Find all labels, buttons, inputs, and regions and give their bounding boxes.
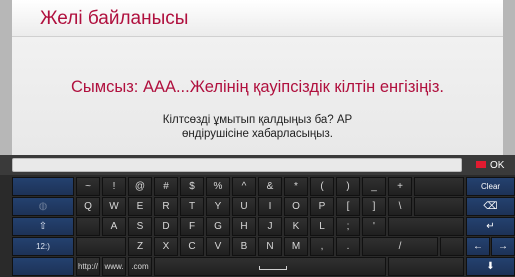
hide-keyboard-key[interactable]: ⬇ <box>466 257 515 276</box>
key-rparen[interactable]: ) <box>336 177 360 196</box>
key-underscore[interactable]: _ <box>362 177 386 196</box>
key-p[interactable]: P <box>310 197 334 216</box>
key-y[interactable]: Y <box>206 197 230 216</box>
key-u[interactable]: U <box>232 197 256 216</box>
blank-key-row4-end[interactable] <box>440 237 464 256</box>
key-plus[interactable]: + <box>388 177 412 196</box>
key-semicolon[interactable]: ; <box>336 217 360 236</box>
key-www[interactable]: www. <box>102 257 126 276</box>
red-button-icon <box>476 161 486 168</box>
key-i[interactable]: I <box>258 197 282 216</box>
key-apostrophe[interactable]: ' <box>362 217 386 236</box>
key-n[interactable]: N <box>258 237 282 256</box>
backspace-key[interactable]: ⌫ <box>466 197 515 216</box>
blank-key-row3[interactable] <box>76 217 100 236</box>
enter-key[interactable]: ↵ <box>466 217 515 236</box>
shift-key[interactable]: ⇧ <box>12 217 74 236</box>
key-b[interactable]: B <box>232 237 256 256</box>
blank-key-row1[interactable] <box>414 177 464 196</box>
key-s[interactable]: S <box>128 217 152 236</box>
dialog-title-bar: Желі байланысы <box>12 0 503 37</box>
key-at[interactable]: @ <box>128 177 152 196</box>
backspace-icon: ⌫ <box>483 201 498 212</box>
help-message: Кілтсөзді ұмытып қалдыңыз ба? AP өндіруш… <box>162 114 353 140</box>
dialog-title: Желі байланысы <box>40 8 189 29</box>
globe-icon: ◍ <box>38 201 48 212</box>
arrow-down-icon: ⬇ <box>486 261 495 272</box>
key-backslash[interactable]: \ <box>388 197 412 216</box>
onscreen-keyboard: OK ◍ ⇧ 12:) ~ ! @ # $ % ^ & * ( ) _ + Q … <box>0 155 515 277</box>
key-tilde[interactable]: ~ <box>76 177 100 196</box>
enter-icon: ↵ <box>486 221 495 232</box>
key-lparen[interactable]: ( <box>310 177 334 196</box>
key-c[interactable]: C <box>180 237 204 256</box>
key-hash[interactable]: # <box>154 177 178 196</box>
key-dollar[interactable]: $ <box>180 177 204 196</box>
key-m[interactable]: M <box>284 237 308 256</box>
mode-key[interactable]: 12:) <box>12 237 74 256</box>
key-r[interactable]: R <box>154 197 178 216</box>
key-q[interactable]: Q <box>76 197 100 216</box>
blank-key-row3-end[interactable] <box>388 217 464 236</box>
blank-left-key[interactable] <box>12 177 74 196</box>
key-slash[interactable]: / <box>362 237 438 256</box>
input-row: OK <box>0 155 515 175</box>
security-key-input[interactable] <box>12 158 462 172</box>
key-w[interactable]: W <box>102 197 126 216</box>
ok-label: OK <box>490 160 505 171</box>
blank-key-row4[interactable] <box>76 237 126 256</box>
key-rbracket[interactable]: ] <box>362 197 386 216</box>
key-comma[interactable]: , <box>310 237 334 256</box>
key-period[interactable]: . <box>336 237 360 256</box>
space-icon <box>259 266 287 270</box>
space-key[interactable] <box>154 257 386 276</box>
key-ampersand[interactable]: & <box>258 177 282 196</box>
key-d[interactable]: D <box>154 217 178 236</box>
key-z[interactable]: Z <box>128 237 152 256</box>
globe-key[interactable]: ◍ <box>12 197 74 216</box>
key-h[interactable]: H <box>232 217 256 236</box>
key-t[interactable]: T <box>180 197 204 216</box>
blank-key-row5-end[interactable] <box>388 257 464 276</box>
key-k[interactable]: K <box>284 217 308 236</box>
key-percent[interactable]: % <box>206 177 230 196</box>
key-o[interactable]: O <box>284 197 308 216</box>
cursor-left-key[interactable]: ← <box>466 237 490 256</box>
shift-icon: ⇧ <box>38 221 48 232</box>
key-g[interactable]: G <box>206 217 230 236</box>
ok-button[interactable]: OK <box>470 158 510 173</box>
arrow-left-icon: ← <box>473 241 483 252</box>
key-l[interactable]: L <box>310 217 334 236</box>
key-j[interactable]: J <box>258 217 282 236</box>
key-v[interactable]: V <box>206 237 230 256</box>
blank-left-key-2[interactable] <box>12 257 74 276</box>
network-dialog: Желі байланысы Сымсыз: AAA...Желінің қау… <box>0 0 515 155</box>
key-exclaim[interactable]: ! <box>102 177 126 196</box>
key-f[interactable]: F <box>180 217 204 236</box>
key-e[interactable]: E <box>128 197 152 216</box>
key-http[interactable]: http:// <box>76 257 100 276</box>
clear-button[interactable]: Clear <box>466 177 515 196</box>
key-lbracket[interactable]: [ <box>336 197 360 216</box>
key-x[interactable]: X <box>154 237 178 256</box>
arrow-right-icon: → <box>498 241 508 252</box>
key-com[interactable]: .com <box>128 257 152 276</box>
key-caret[interactable]: ^ <box>232 177 256 196</box>
security-key-prompt: Сымсыз: AAA...Желінің қауіпсіздік кілтін… <box>71 78 444 96</box>
key-a[interactable]: A <box>102 217 126 236</box>
key-asterisk[interactable]: * <box>284 177 308 196</box>
blank-key-row2[interactable] <box>414 197 464 216</box>
cursor-right-key[interactable]: → <box>491 237 515 256</box>
